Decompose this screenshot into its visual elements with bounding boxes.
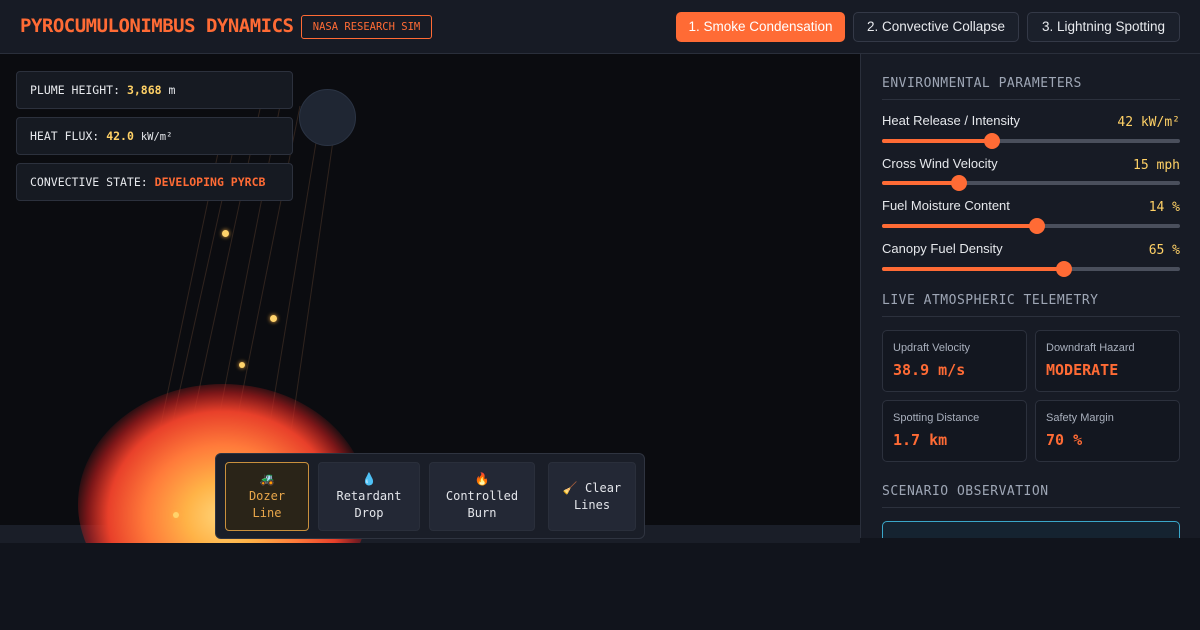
downdraft-hazard-card: Downdraft Hazard MODERATE (1035, 330, 1180, 392)
tool-label: Drop (354, 506, 384, 520)
ember (239, 362, 245, 368)
heat-flux-unit: kW/m² (140, 131, 173, 143)
tool-label: Lines (573, 498, 611, 512)
fuel-moisture-slider[interactable] (882, 218, 1180, 234)
env-params-title: ENVIRONMENTAL PARAMETERS (882, 76, 1180, 100)
ember (270, 315, 277, 322)
slider-value: 15 mph (1133, 158, 1180, 173)
slider-value: 65 % (1148, 243, 1180, 258)
ember (222, 230, 229, 237)
updraft-velocity-card: Updraft Velocity 38.9 m/s (882, 330, 1027, 392)
slider-fill (882, 139, 993, 143)
slider-fill (882, 224, 1037, 228)
dozer-line-button[interactable]: 🚜 Dozer Line (225, 462, 309, 531)
slider-thumb[interactable] (1028, 218, 1045, 234)
slider-label: Cross Wind Velocity (882, 156, 998, 171)
clear-lines-button[interactable]: 🧹 Clear Lines (548, 462, 636, 531)
heat-flux-value: 42.0 (106, 129, 134, 143)
card-label: Downdraft Hazard (1046, 342, 1135, 354)
card-label: Safety Margin (1046, 412, 1114, 424)
plume-height-value: 3,868 (126, 83, 162, 97)
slider-thumb[interactable] (984, 133, 1001, 149)
tool-label: Retardant (336, 489, 402, 503)
heat-flux-label: HEAT FLUX: (30, 129, 100, 143)
card-value: 38.9 m/s (893, 361, 966, 379)
moon (299, 89, 356, 146)
heat-release-slider[interactable] (882, 133, 1180, 149)
tab-smoke-condensation[interactable]: 1. Smoke Condensation (676, 12, 845, 42)
droplet-icon: 💧 (361, 472, 377, 486)
observation-title: SCENARIO OBSERVATION (882, 484, 1180, 508)
card-label: Updraft Velocity (893, 342, 971, 354)
sim-badge: NASA RESEARCH SIM (301, 15, 432, 39)
tool-label: Clear (585, 481, 622, 495)
heat-flux-readout: HEAT FLUX: 42.0 kW/m² (16, 117, 293, 155)
tab-convective-collapse[interactable]: 2. Convective Collapse (853, 12, 1019, 42)
plume-height-readout: PLUME HEIGHT: 3,868 m (16, 71, 293, 109)
telemetry-title: LIVE ATMOSPHERIC TELEMETRY (882, 293, 1180, 317)
bulldozer-icon: 🚜 (259, 472, 275, 486)
broom-icon: 🧹 (562, 481, 578, 495)
slider-fill (882, 181, 960, 185)
controlled-burn-button[interactable]: 🔥 Controlled Burn (429, 462, 535, 531)
card-value: MODERATE (1046, 361, 1119, 379)
tool-label: Controlled (445, 489, 519, 503)
tool-label: Line (252, 506, 282, 520)
safety-margin-card: Safety Margin 70 % (1035, 400, 1180, 462)
plume-height-label: PLUME HEIGHT: (30, 83, 121, 97)
card-label: Spotting Distance (893, 412, 980, 424)
tool-label: Burn (467, 506, 497, 520)
tool-label: Dozer (248, 489, 286, 503)
page-background (0, 543, 1200, 630)
app-header: PYROCUMULONIMBUS DYNAMICS NASA RESEARCH … (0, 0, 1200, 54)
plume-height-unit: m (168, 83, 176, 97)
slider-fill (882, 267, 1064, 271)
observation-box (882, 521, 1180, 538)
slider-thumb[interactable] (1055, 261, 1072, 277)
fire-icon: 🔥 (474, 472, 490, 486)
retardant-drop-button[interactable]: 💧 Retardant Drop (318, 462, 420, 531)
convective-state-readout: CONVECTIVE STATE: DEVELOPING PYRCB (16, 163, 293, 201)
spotting-distance-card: Spotting Distance 1.7 km (882, 400, 1027, 462)
slider-label: Canopy Fuel Density (882, 241, 1003, 256)
slider-value: 42 kW/m² (1117, 115, 1180, 130)
convective-state-value: DEVELOPING PYRCB (154, 175, 266, 189)
tab-lightning-spotting[interactable]: 3. Lightning Spotting (1027, 12, 1180, 42)
card-value: 1.7 km (893, 431, 948, 449)
ember (173, 512, 179, 518)
convective-state-label: CONVECTIVE STATE: (30, 175, 148, 189)
card-value: 70 % (1046, 431, 1083, 449)
slider-label: Fuel Moisture Content (882, 198, 1010, 213)
control-panel: ENVIRONMENTAL PARAMETERS Heat Release / … (860, 54, 1200, 538)
slider-label: Heat Release / Intensity (882, 113, 1021, 128)
canopy-density-slider[interactable] (882, 261, 1180, 277)
slider-thumb[interactable] (951, 175, 968, 191)
cross-wind-slider[interactable] (882, 175, 1180, 191)
slider-value: 14 % (1148, 200, 1180, 215)
app-title: PYROCUMULONIMBUS DYNAMICS (20, 15, 294, 37)
tool-palette: 🚜 Dozer Line 💧 Retardant Drop 🔥 Controll… (215, 453, 645, 539)
